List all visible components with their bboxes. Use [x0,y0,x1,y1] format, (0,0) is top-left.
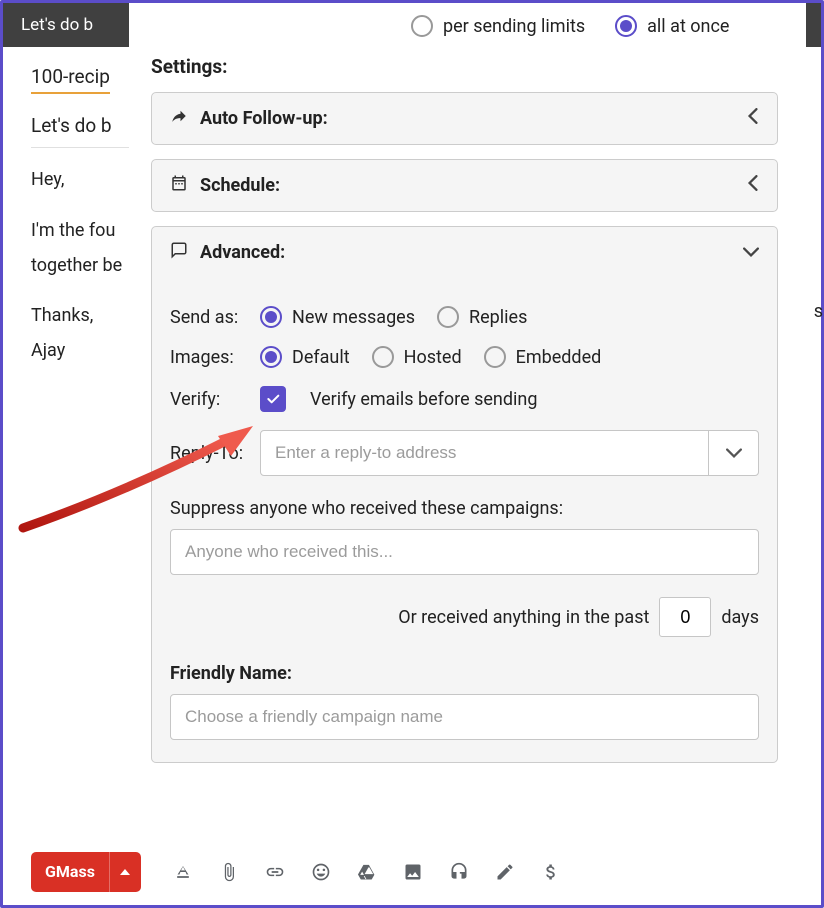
images-row: Images: Default Hosted Embedded [170,346,759,368]
radio-label: Default [292,347,350,368]
pen-icon[interactable] [485,852,525,892]
auto-followup-header[interactable]: Auto Follow-up: [152,93,777,144]
friendly-label: Friendly Name: [170,663,759,684]
radio-icon [484,346,506,368]
radio-all-at-once[interactable]: all at once [615,15,729,37]
days-label: days [721,607,759,628]
section-title: Auto Follow-up: [200,108,328,129]
replyto-input[interactable] [261,431,708,475]
radio-label: per sending limits [443,16,585,37]
reply-arrow-icon [170,107,188,130]
radio-label: Embedded [516,347,602,368]
days-input[interactable] [659,597,711,637]
radio-label: New messages [292,307,415,328]
advanced-section: Advanced: Send as: New messages [151,226,778,763]
replyto-dropdown[interactable] [708,431,758,475]
radio-label: Hosted [404,347,462,368]
advanced-header[interactable]: Advanced: [152,227,777,278]
compose-title: Let's do b [21,15,93,35]
auto-followup-section: Auto Follow-up: [151,92,778,145]
truncated-text: s [814,301,823,322]
radio-images-embedded[interactable]: Embedded [484,346,602,368]
radio-images-hosted[interactable]: Hosted [372,346,462,368]
drive-icon[interactable] [347,852,387,892]
settings-heading: Settings: [151,55,778,78]
radio-images-default[interactable]: Default [260,346,350,368]
emoji-icon[interactable] [301,852,341,892]
schedule-section: Schedule: [151,159,778,212]
gmass-send-button[interactable]: GMass [31,852,109,892]
radio-icon [260,346,282,368]
replyto-input-wrap [260,430,759,476]
schedule-header[interactable]: Schedule: [152,160,777,211]
radio-icon [260,306,282,328]
or-received-row: Or received anything in the past days [170,597,759,637]
advanced-body: Send as: New messages Replies Images: [152,278,777,762]
settings-panel: per sending limits all at once Settings:… [129,3,806,838]
gmass-dropdown[interactable] [109,852,141,892]
gmass-button: GMass [31,852,141,892]
verify-text: Verify emails before sending [310,389,537,410]
replyto-row: Reply-To: [170,430,759,476]
confidential-icon[interactable] [439,852,479,892]
chevron-left-icon [747,108,759,129]
checkbox-checked-icon [260,386,286,412]
radio-label: Replies [469,307,527,328]
format-icon[interactable] [163,852,203,892]
attach-icon[interactable] [209,852,249,892]
friendly-input[interactable] [170,694,759,740]
verify-row: Verify: Verify emails before sending [170,386,759,412]
radio-icon [372,346,394,368]
chevron-left-icon [747,175,759,196]
sendas-label: Send as: [170,307,260,328]
compose-toolbar: GMass [3,838,821,905]
suppress-label: Suppress anyone who received these campa… [170,498,759,519]
radio-icon [411,15,433,37]
radio-icon [615,15,637,37]
image-icon[interactable] [393,852,433,892]
compose-window: Let's do b 100-recip Let's do b Hey, I'm… [3,3,821,905]
radio-new-messages[interactable]: New messages [260,306,415,328]
link-icon[interactable] [255,852,295,892]
images-label: Images: [170,347,260,368]
sendas-row: Send as: New messages Replies [170,306,759,328]
verify-label: Verify: [170,389,260,410]
radio-label: all at once [647,16,729,37]
replyto-label: Reply-To: [170,443,260,464]
sending-mode-row: per sending limits all at once [151,15,778,37]
radio-replies[interactable]: Replies [437,306,527,328]
suppress-input[interactable] [170,529,759,575]
calendar-icon [170,174,188,197]
recipients-field[interactable]: 100-recip [31,65,110,94]
chat-icon [170,241,188,264]
or-received-text: Or received anything in the past [398,607,649,628]
section-title: Advanced: [200,242,285,263]
section-title: Schedule: [200,175,280,196]
radio-icon [437,306,459,328]
chevron-down-icon [743,242,759,263]
verify-checkbox[interactable]: Verify emails before sending [260,386,537,412]
dollar-icon[interactable] [531,852,571,892]
radio-per-sending-limits[interactable]: per sending limits [411,15,585,37]
